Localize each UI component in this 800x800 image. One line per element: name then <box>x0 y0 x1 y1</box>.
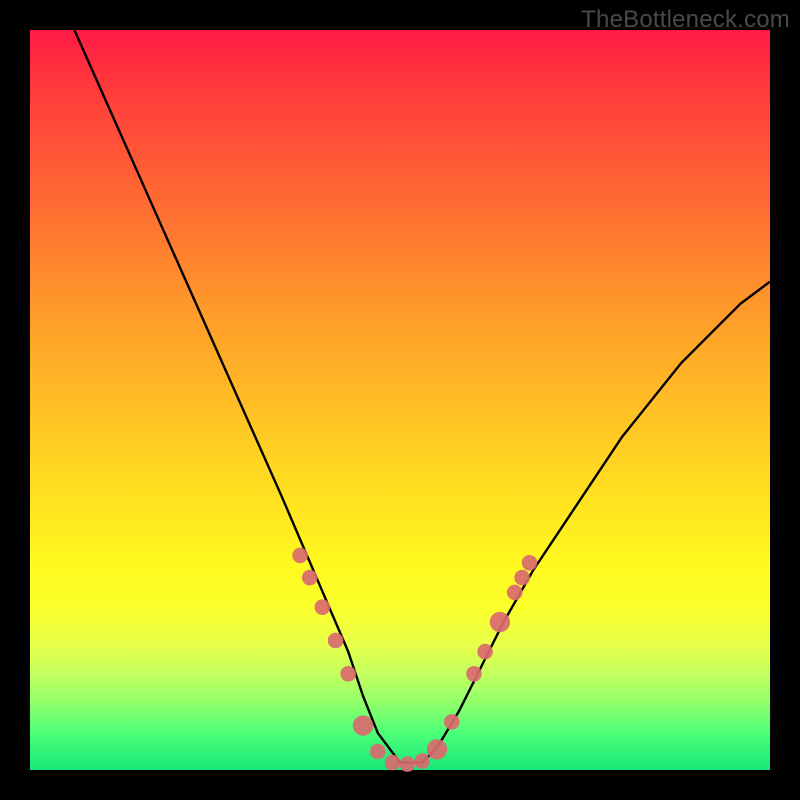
data-marker <box>385 755 401 771</box>
data-marker <box>444 714 460 730</box>
curve-layer <box>74 30 770 763</box>
data-marker <box>328 633 344 649</box>
data-marker <box>507 585 523 601</box>
data-marker <box>490 612 510 632</box>
data-marker <box>414 753 430 769</box>
data-marker <box>370 744 386 760</box>
chart-plot-area <box>30 30 770 770</box>
data-marker <box>477 644 493 660</box>
data-marker <box>315 599 331 615</box>
data-marker <box>427 739 447 759</box>
data-marker <box>292 548 308 564</box>
data-marker <box>340 666 356 682</box>
data-marker <box>353 715 373 735</box>
data-marker <box>400 756 416 772</box>
marker-layer <box>292 548 537 772</box>
data-marker <box>302 570 318 586</box>
chart-frame: TheBottleneck.com <box>0 0 800 800</box>
data-marker <box>466 666 482 682</box>
bottleneck-curve <box>74 30 770 763</box>
chart-svg <box>30 30 770 770</box>
data-marker <box>514 570 530 586</box>
data-marker <box>522 555 538 571</box>
